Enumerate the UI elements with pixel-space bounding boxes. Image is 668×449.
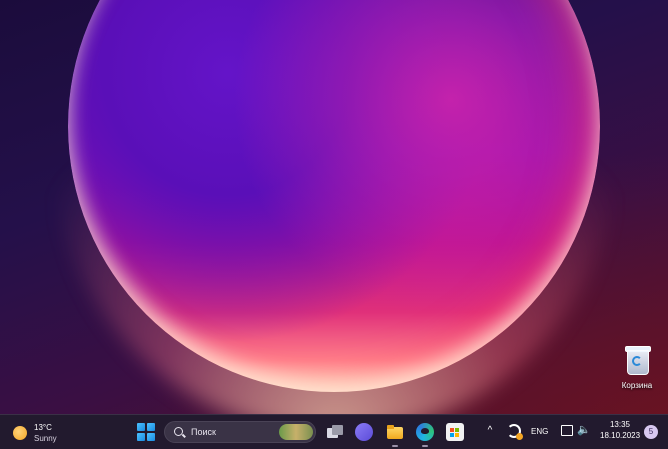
running-indicator <box>422 445 428 447</box>
weather-temperature: 13°C <box>34 423 52 432</box>
taskbar: 13°C Sunny Поиск ^ ENG 🔈 13:35 18.10.202… <box>0 414 668 449</box>
windows-logo-icon <box>137 423 145 431</box>
weather-widget[interactable]: 13°C Sunny <box>10 421 70 445</box>
clock[interactable]: 13:35 18.10.2023 <box>600 420 640 440</box>
recycle-bin-icon <box>624 344 651 375</box>
weather-condition: Sunny <box>34 434 57 443</box>
clock-date: 18.10.2023 <box>600 431 641 440</box>
desktop-icon-label: Корзина <box>621 381 653 390</box>
task-view-icon[interactable] <box>326 423 344 441</box>
clock-time: 13:35 <box>609 420 631 429</box>
search-placeholder: Поиск <box>191 427 216 437</box>
taskbar-search[interactable]: Поиск <box>164 421 316 443</box>
desktop: Корзина <box>0 0 668 414</box>
search-highlight-image <box>279 424 313 440</box>
store-icon[interactable] <box>446 423 464 441</box>
update-icon[interactable] <box>507 424 523 440</box>
network-icon[interactable] <box>561 425 573 436</box>
teams-icon[interactable] <box>355 423 373 441</box>
show-hidden-icons-chevron-icon[interactable]: ^ <box>485 426 495 436</box>
input-language[interactable]: ENG <box>531 427 548 436</box>
volume-icon[interactable]: 🔈 <box>577 423 591 436</box>
edge-icon[interactable] <box>416 423 434 441</box>
notification-badge[interactable]: 5 <box>644 425 658 439</box>
desktop-icon-recycle-bin[interactable]: Корзина <box>612 344 662 400</box>
start-button[interactable] <box>137 423 155 441</box>
search-icon <box>174 427 183 436</box>
sun-icon <box>13 426 27 440</box>
running-indicator <box>392 445 398 447</box>
folder-icon[interactable] <box>386 423 404 441</box>
